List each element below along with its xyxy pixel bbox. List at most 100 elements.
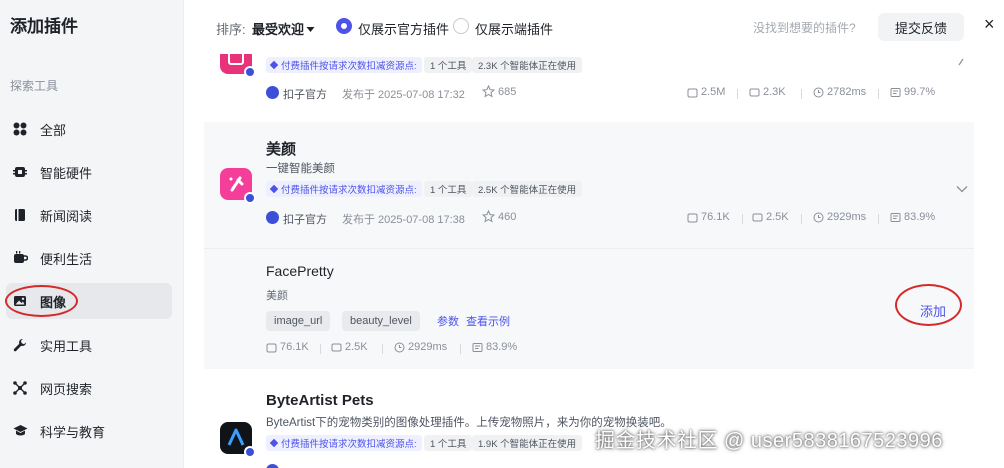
- divider: [878, 214, 879, 224]
- latency: 2929ms: [813, 211, 866, 223]
- official-only-radio[interactable]: [336, 18, 352, 34]
- divider: [742, 214, 743, 224]
- author-name: 扣子官方: [283, 89, 327, 101]
- success-rate: 99.7%: [890, 86, 935, 98]
- sort-dropdown[interactable]: 最受欢迎: [252, 19, 304, 38]
- client-only-label[interactable]: 仅展示端插件: [475, 19, 553, 38]
- toolbar: 排序: 最受欢迎 仅展示官方插件 仅展示端插件 没找到想要的插件? 提交反馈 ×: [184, 0, 1004, 54]
- clock-icon: [394, 342, 405, 352]
- verified-badge-icon: [244, 66, 256, 78]
- verified-badge-icon: [244, 446, 256, 458]
- sidebar-item-life[interactable]: 便利生活: [6, 240, 172, 276]
- sidebar-item-label: 科学与教育: [40, 424, 106, 440]
- agent-usage-tag: 2.3K 个智能体正在使用: [472, 57, 583, 73]
- list-icon: [890, 212, 901, 222]
- clock-icon: [813, 87, 824, 97]
- tool-count-tag: 1 个工具: [424, 57, 473, 73]
- success-rate: 83.9%: [890, 211, 935, 223]
- grid-icon: [12, 121, 28, 137]
- caret-down-icon[interactable]: [306, 21, 315, 39]
- divider: [801, 214, 802, 224]
- latency: 2782ms: [813, 86, 866, 98]
- agent-usage-tag: 2.5K 个智能体正在使用: [472, 181, 583, 197]
- sidebar-item-science-education[interactable]: 科学与教育: [6, 413, 172, 449]
- list-icon: [472, 342, 483, 352]
- call-count: 76.1K: [687, 211, 730, 223]
- tool-description: 美颜: [266, 290, 288, 302]
- watermark: 掘金技术社区 @ user5838167523996: [595, 430, 943, 452]
- author-avatar-icon: [266, 211, 279, 224]
- divider: [460, 344, 461, 354]
- clock-icon: [813, 212, 824, 222]
- sidebar-item-image[interactable]: 图像: [6, 283, 172, 319]
- star-count[interactable]: 685: [482, 85, 516, 98]
- sidebar-item-label: 便利生活: [40, 251, 93, 267]
- chevron-right-icon[interactable]: [956, 54, 966, 72]
- sidebar-item-utilities[interactable]: 实用工具: [6, 327, 172, 363]
- divider: [737, 89, 738, 99]
- tool-name: FacePretty: [266, 263, 334, 279]
- sidebar-item-news[interactable]: 新闻阅读: [6, 197, 172, 233]
- image-icon: [12, 293, 28, 309]
- diamond-icon: [269, 438, 279, 448]
- official-only-label[interactable]: 仅展示官方插件: [358, 19, 449, 38]
- author-name: 扣子官方: [283, 214, 327, 226]
- param-tag-beauty-level: beauty_level: [342, 311, 420, 331]
- close-icon[interactable]: ×: [984, 14, 995, 35]
- calendar-icon: [687, 88, 698, 97]
- divider: [382, 344, 383, 354]
- not-found-hint: 没找到想要的插件?: [753, 21, 856, 35]
- dialog-title: 添加插件: [10, 17, 78, 36]
- tool-count-tag: 1 个工具: [424, 435, 473, 451]
- sidebar: 添加插件 探索工具 全部 智能硬件 新闻阅读 便利生活 图像 实用工具 网页搜索…: [0, 0, 184, 468]
- verified-badge-icon: [244, 192, 256, 204]
- plugin-card[interactable]: 付费插件按请求次数扣减资源点: 1 个工具 2.3K 个智能体正在使用 扣子官方…: [204, 54, 974, 116]
- book-icon: [12, 207, 28, 223]
- paid-plugin-tag: 付费插件按请求次数扣减资源点:: [266, 435, 422, 451]
- paid-plugin-tag: 付费插件按请求次数扣减资源点:: [266, 181, 422, 197]
- publish-date: 发布于 2025-07-08 17:32: [342, 89, 465, 101]
- plugin-list: 付费插件按请求次数扣减资源点: 1 个工具 2.3K 个智能体正在使用 扣子官方…: [184, 54, 1004, 468]
- client-only-radio[interactable]: [453, 18, 469, 34]
- calendar-icon: [687, 213, 698, 222]
- chip-icon: [12, 164, 28, 180]
- divider: [801, 89, 802, 99]
- plugin-description: 一键智能美颜: [266, 163, 335, 175]
- divider: [878, 89, 879, 99]
- divider: [320, 344, 321, 354]
- bot-icon: [331, 343, 342, 351]
- tool-row: FacePretty 美颜 image_url beauty_level 参数 …: [204, 249, 974, 369]
- cup-icon: [12, 250, 28, 266]
- call-count: 2.5M: [687, 86, 725, 98]
- call-count: 76.1K: [266, 341, 309, 353]
- bot-count: 2.5K: [331, 341, 368, 353]
- chevron-down-icon[interactable]: [956, 180, 968, 198]
- star-icon: [482, 210, 495, 223]
- bot-icon: [749, 88, 760, 96]
- calendar-icon: [266, 343, 277, 352]
- publish-date: 发布于 2025-07-08 17:38: [342, 214, 465, 226]
- add-tool-button[interactable]: 添加: [920, 301, 946, 320]
- agent-usage-tag: 1.9K 个智能体正在使用: [472, 435, 583, 451]
- submit-feedback-button[interactable]: 提交反馈: [878, 13, 964, 41]
- sidebar-item-label: 全部: [40, 122, 67, 138]
- sidebar-item-all[interactable]: 全部: [6, 111, 172, 147]
- plugin-card[interactable]: 美颜 一键智能美颜 付费插件按请求次数扣减资源点: 1 个工具 2.5K 个智能…: [204, 122, 974, 249]
- params-link[interactable]: 参数: [437, 313, 459, 329]
- wrench-icon: [12, 337, 28, 353]
- star-count[interactable]: 460: [482, 210, 516, 223]
- latency: 2929ms: [394, 341, 447, 353]
- sidebar-item-label: 新闻阅读: [40, 208, 93, 224]
- star-icon: [482, 85, 495, 98]
- success-rate: 83.9%: [472, 341, 517, 353]
- bot-count: 2.3K: [749, 86, 786, 98]
- sidebar-item-web-search[interactable]: 网页搜索: [6, 370, 172, 406]
- bot-icon: [752, 213, 763, 221]
- diamond-icon: [269, 60, 279, 70]
- network-icon: [12, 380, 28, 396]
- graduation-cap-icon: [12, 423, 28, 439]
- view-example-link[interactable]: 查看示例: [466, 313, 510, 329]
- tool-count-tag: 1 个工具: [424, 181, 473, 197]
- author-avatar-icon: [266, 464, 279, 468]
- sidebar-item-smart-hardware[interactable]: 智能硬件: [6, 154, 172, 190]
